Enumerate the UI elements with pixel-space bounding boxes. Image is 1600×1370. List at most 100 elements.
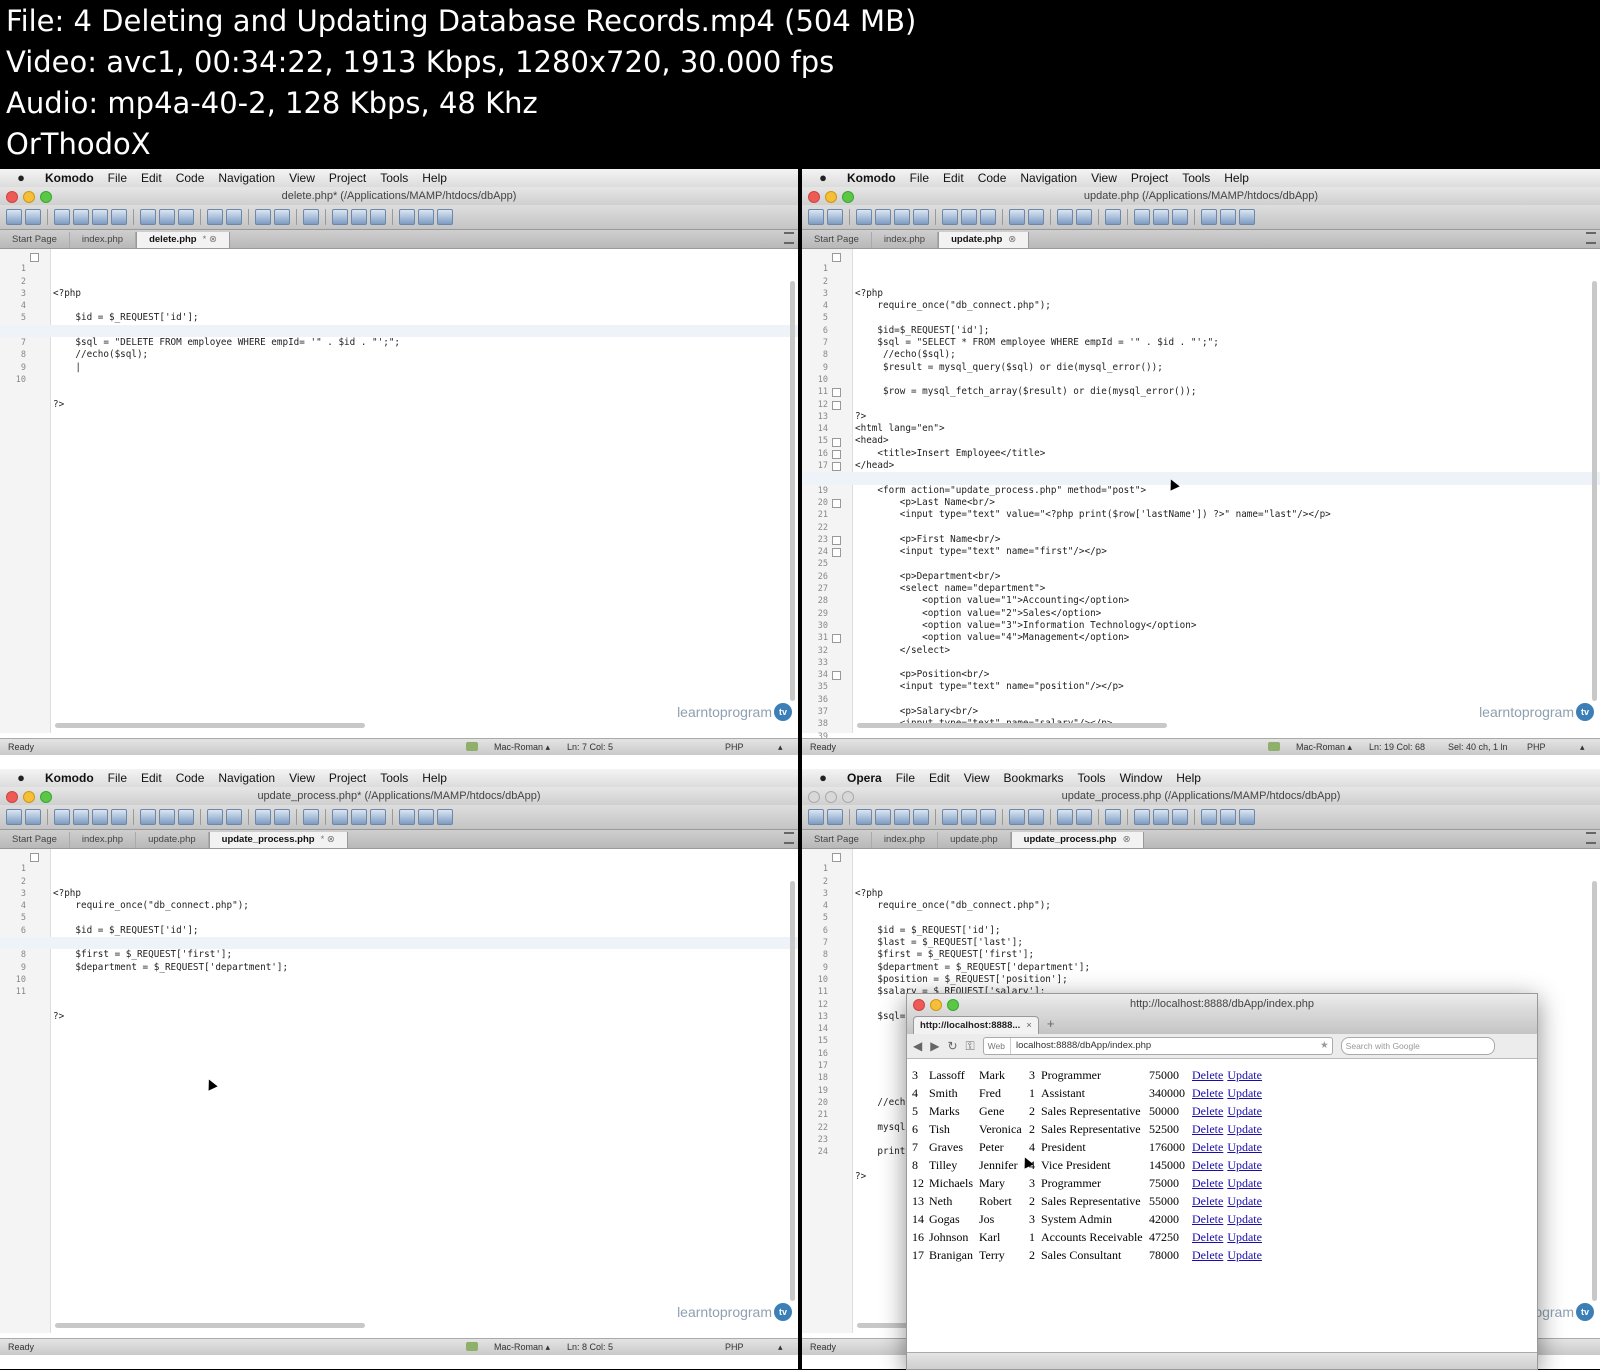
close-window-icon[interactable] (913, 999, 925, 1011)
code-line[interactable]: 5 $last = $_REQUEST['last']; (802, 900, 1600, 948)
paste-icon[interactable] (178, 209, 194, 225)
new-file-icon[interactable] (54, 209, 70, 225)
code-line[interactable]: 6 $first = $_REQUEST['first']; (0, 913, 798, 961)
code-line[interactable]: 7 $department = $_REQUEST['department']; (802, 925, 1600, 973)
code-line[interactable]: 1 <?php (802, 251, 1600, 299)
menu-item[interactable]: Komodo (38, 769, 101, 787)
code-line[interactable]: 23 (802, 522, 1600, 545)
zoom-window-icon[interactable] (40, 191, 52, 203)
update-link[interactable]: Update (1225, 1210, 1264, 1228)
menu-item[interactable]: View (282, 169, 322, 187)
menu-item[interactable]: Tools (1071, 769, 1113, 787)
menu-item[interactable]: Help (1217, 169, 1256, 187)
cut-icon[interactable] (942, 809, 958, 825)
code-line[interactable]: 9 $row = mysql_fetch_array($result) or d… (802, 349, 1600, 398)
tab-p2-0[interactable]: Start Page (802, 232, 872, 248)
undo-icon[interactable] (207, 209, 223, 225)
fold-toggle-icon[interactable] (832, 462, 841, 472)
language-select[interactable]: PHP (1527, 739, 1546, 755)
code-line[interactable]: 8 (802, 337, 1600, 360)
menu-item[interactable]: Help (415, 769, 454, 787)
indent-icon[interactable] (1172, 809, 1188, 825)
print-icon[interactable] (1057, 809, 1073, 825)
menu-item[interactable]: Help (1169, 769, 1208, 787)
toolbox-icon[interactable] (418, 809, 434, 825)
toolbox-icon[interactable] (437, 809, 453, 825)
menu-item[interactable]: Tools (373, 169, 415, 187)
menu-item[interactable]: Window (1113, 769, 1170, 787)
menu-item[interactable]: View (1084, 169, 1124, 187)
indent-icon[interactable] (370, 209, 386, 225)
save-icon[interactable] (92, 209, 108, 225)
vertical-scrollbar[interactable] (1592, 251, 1598, 769)
menu-item[interactable]: Tools (373, 769, 415, 787)
code-line[interactable]: 7 $department = $_REQUEST['department']; (0, 925, 798, 973)
toolbox-icon[interactable] (1220, 209, 1236, 225)
update-link[interactable]: Update (1225, 1228, 1264, 1246)
tab-list-icon[interactable] (784, 832, 794, 844)
horizontal-scrollbar[interactable] (0, 722, 784, 729)
minimize-window-icon[interactable] (825, 191, 837, 203)
apple-icon[interactable]: ● (14, 771, 28, 785)
code-line[interactable]: 18 <p>Last Name<br/> (802, 460, 1600, 508)
globe-icon[interactable] (303, 809, 319, 825)
toolbox-icon[interactable] (1201, 809, 1217, 825)
tab-list-icon[interactable] (1586, 832, 1596, 844)
zoom-window-icon[interactable] (842, 791, 854, 803)
menu-item[interactable]: Navigation (211, 169, 282, 187)
indent-icon[interactable] (332, 809, 348, 825)
toolbox-icon[interactable] (1201, 209, 1217, 225)
close-window-icon[interactable] (6, 791, 18, 803)
tab-p4-3[interactable]: update_process.php ⊗ (1010, 832, 1144, 848)
new-file-icon[interactable] (856, 209, 872, 225)
code-line[interactable]: 5 $sql = "DELETE FROM employee WHERE emp… (0, 300, 798, 348)
undo-icon[interactable] (1009, 209, 1025, 225)
close-tab-icon[interactable]: ⊗ (1123, 832, 1131, 848)
encoding-select[interactable]: Mac-Roman ▴ (494, 1339, 550, 1355)
menu-item[interactable]: Opera (840, 769, 889, 787)
fold-toggle-icon[interactable] (832, 535, 841, 545)
forward-icon[interactable] (25, 809, 41, 825)
update-link[interactable]: Update (1225, 1156, 1264, 1174)
back-icon[interactable]: ◀ (913, 1039, 922, 1053)
menu-item[interactable]: File (889, 769, 922, 787)
print-icon[interactable] (255, 209, 271, 225)
code-editor[interactable]: 1 <?php 2 require_once("db_connect.php")… (802, 249, 1600, 766)
code-line[interactable]: 32 <p>Position<br/> (802, 632, 1600, 680)
toolbox-icon[interactable] (1239, 809, 1255, 825)
vertical-scrollbar[interactable] (790, 851, 796, 1369)
menu-item[interactable]: Bookmarks (997, 769, 1071, 787)
print-icon[interactable] (274, 809, 290, 825)
code-line[interactable]: 1 <?php (0, 851, 798, 899)
save-icon[interactable] (111, 209, 127, 225)
bookmark-star-icon[interactable]: ★ (1320, 1038, 1329, 1054)
tab-p3-3[interactable]: update_process.php * ⊗ (208, 832, 348, 848)
update-link[interactable]: Update (1225, 1192, 1264, 1210)
code-line[interactable]: 30 </select> (802, 608, 1600, 656)
fold-toggle-icon[interactable] (832, 499, 841, 508)
fold-toggle-icon[interactable] (832, 437, 841, 447)
code-line[interactable]: 12 <html lang="en"> (802, 386, 1600, 434)
redo-icon[interactable] (226, 209, 242, 225)
indent-icon[interactable] (370, 809, 386, 825)
indent-icon[interactable] (1153, 809, 1169, 825)
back-icon[interactable] (6, 809, 22, 825)
language-select[interactable]: PHP (725, 739, 744, 755)
new-tab-button[interactable]: + (1047, 1016, 1055, 1031)
update-link[interactable]: Update (1225, 1084, 1264, 1102)
code-line[interactable]: 4 $id = $_REQUEST['id']; (802, 888, 1600, 936)
code-line[interactable]: 2 require_once("db_connect.php"); (802, 863, 1600, 912)
delete-link[interactable]: Delete (1190, 1228, 1225, 1246)
code-line[interactable]: 36 <input type="text" name="salary"/></p… (802, 682, 1600, 730)
update-link[interactable]: Update (1225, 1120, 1264, 1138)
code-line[interactable]: 26 <option value="1">Accounting</option> (802, 559, 1600, 607)
zoom-window-icon[interactable] (40, 791, 52, 803)
paste-icon[interactable] (980, 809, 996, 825)
reload-icon[interactable]: ↻ (947, 1039, 957, 1053)
status-menu-icon[interactable]: ▴ (778, 1339, 783, 1355)
save-icon[interactable] (894, 809, 910, 825)
close-window-icon[interactable] (6, 191, 18, 203)
tab-p2-1[interactable]: index.php (872, 232, 939, 248)
menu-item[interactable]: Komodo (840, 169, 903, 187)
delete-link[interactable]: Delete (1190, 1156, 1225, 1174)
